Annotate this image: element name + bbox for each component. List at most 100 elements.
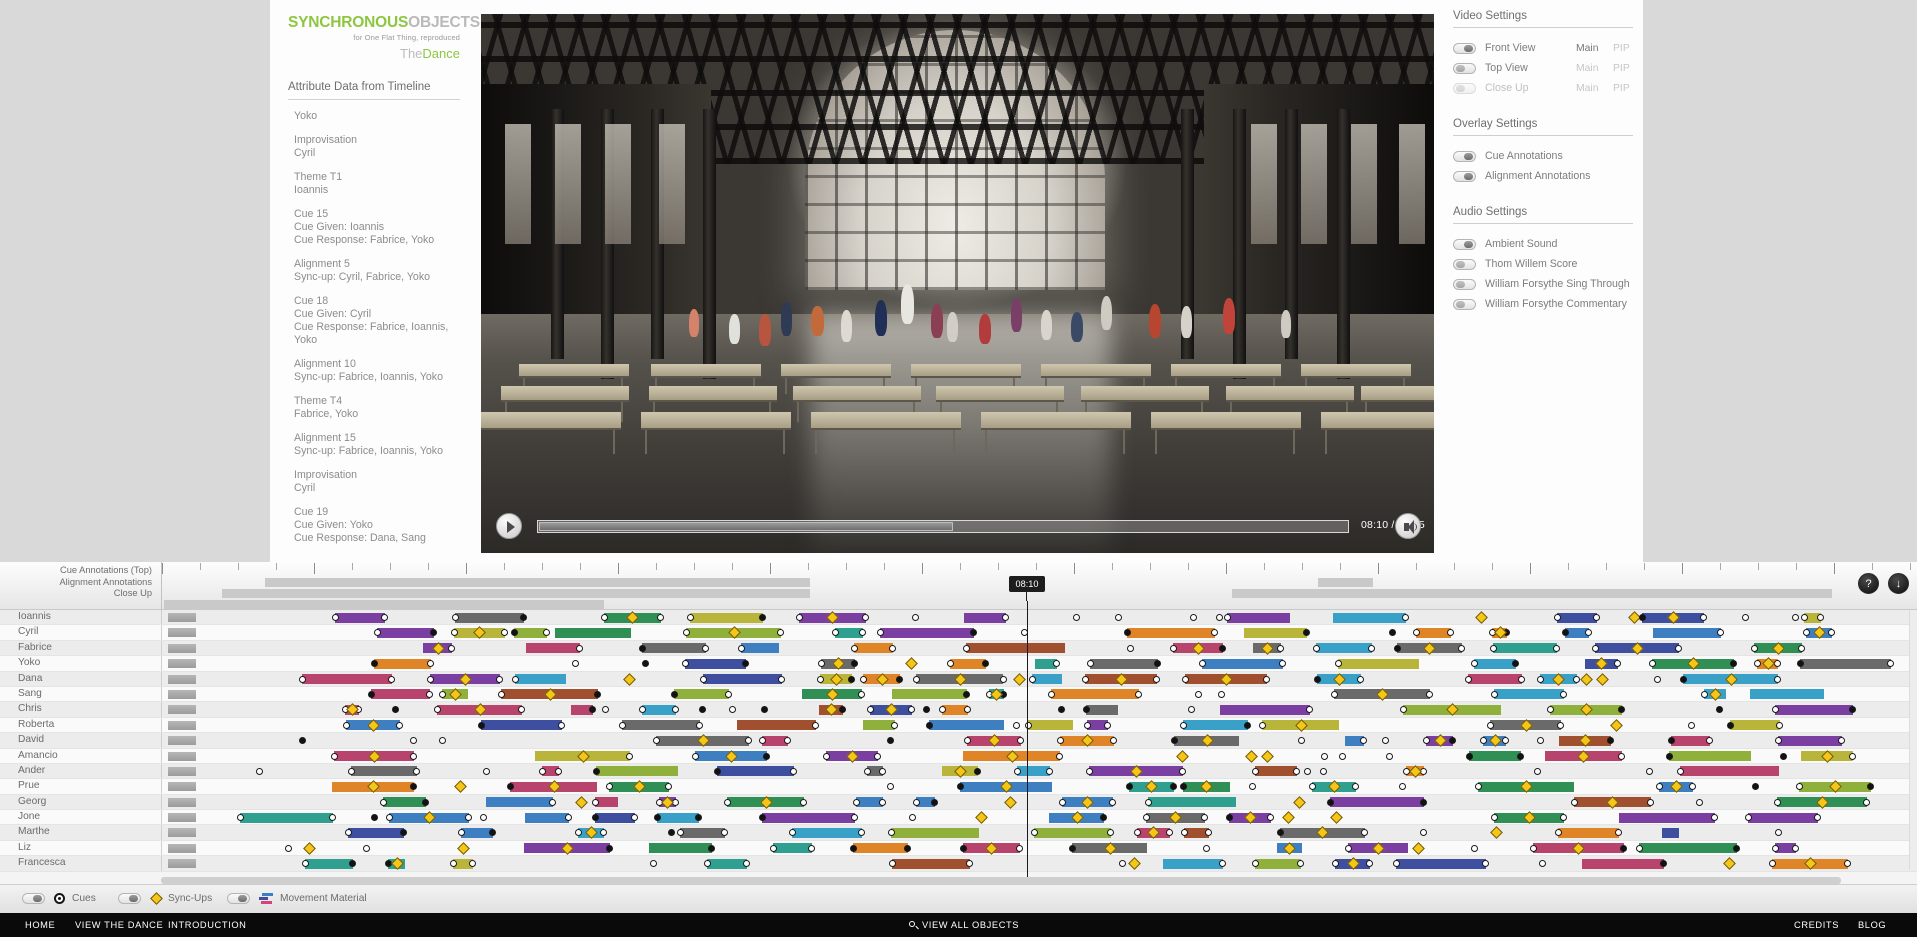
cue-node[interactable]: [1218, 690, 1226, 698]
cue-node[interactable]: [1481, 860, 1489, 868]
video-progress-bar[interactable]: [539, 522, 954, 531]
movement-material-segment[interactable]: [1315, 643, 1372, 654]
cue-node[interactable]: [1780, 752, 1788, 760]
sync-up-marker[interactable]: [1329, 811, 1343, 824]
cue-node[interactable]: [538, 767, 546, 775]
cue-node[interactable]: [861, 614, 869, 621]
cue-node[interactable]: [448, 644, 456, 652]
cue-node[interactable]: [631, 814, 639, 822]
video-scrubber[interactable]: [537, 520, 1349, 533]
cue-node[interactable]: [1848, 706, 1856, 714]
movement-material-segment[interactable]: [1668, 751, 1751, 762]
sync-up-marker[interactable]: [1260, 749, 1274, 763]
movement-material-segment[interactable]: [641, 704, 676, 715]
cue-node[interactable]: [1717, 629, 1725, 637]
movement-material-segment[interactable]: [1556, 612, 1598, 623]
cue-node[interactable]: [1419, 829, 1427, 837]
cue-node[interactable]: [1200, 814, 1208, 822]
timeline-row[interactable]: David: [0, 733, 1917, 749]
cue-node[interactable]: [331, 752, 339, 760]
movement-material-segment[interactable]: [555, 627, 632, 638]
movement-material-segment[interactable]: [514, 674, 566, 685]
cue-node[interactable]: [851, 660, 859, 668]
help-icon[interactable]: ?: [1858, 573, 1879, 594]
settings-toggle[interactable]: [1453, 170, 1476, 182]
cue-node[interactable]: [670, 690, 678, 698]
cue-node[interactable]: [808, 844, 816, 852]
cue-node[interactable]: [1774, 798, 1782, 806]
cue-node[interactable]: [1029, 675, 1037, 683]
cue-node[interactable]: [1730, 660, 1738, 668]
cue-node[interactable]: [1393, 644, 1401, 652]
movement-material-segment[interactable]: [460, 827, 493, 838]
movement-material-segment[interactable]: [1474, 658, 1516, 669]
movement-material-segment[interactable]: [1774, 704, 1853, 715]
timeline-row[interactable]: Georg: [0, 794, 1917, 811]
cue-node[interactable]: [963, 644, 971, 652]
cue-node[interactable]: [1796, 660, 1804, 668]
cue-node[interactable]: [1774, 737, 1782, 745]
cue-node[interactable]: [700, 675, 708, 683]
movement-material-segment[interactable]: [1086, 704, 1119, 715]
movement-material-segment[interactable]: [1416, 627, 1452, 638]
cue-node[interactable]: [1490, 814, 1498, 822]
timeline-row[interactable]: Prue: [0, 779, 1917, 795]
movement-material-segment[interactable]: [761, 812, 855, 823]
cue-node[interactable]: [959, 844, 967, 852]
cue-node[interactable]: [1635, 844, 1643, 852]
cue-node[interactable]: [342, 721, 350, 729]
movement-material-segment[interactable]: [1468, 751, 1522, 762]
cue-node[interactable]: [1115, 614, 1123, 621]
movement-material-segment[interactable]: [679, 827, 725, 838]
cue-node[interactable]: [724, 798, 732, 806]
syncups-toggle[interactable]: [118, 893, 141, 904]
movement-material-segment[interactable]: [382, 797, 427, 808]
cue-node[interactable]: [1169, 783, 1177, 791]
cue-node[interactable]: [970, 629, 978, 637]
cue-node[interactable]: [1205, 829, 1213, 837]
cue-node[interactable]: [1303, 629, 1311, 637]
cue-node[interactable]: [1742, 614, 1750, 621]
cue-node[interactable]: [477, 721, 485, 729]
cue-node[interactable]: [543, 629, 551, 637]
cue-node[interactable]: [429, 629, 437, 637]
cue-node[interactable]: [1534, 767, 1542, 775]
sync-up-marker[interactable]: [1595, 672, 1609, 686]
cue-node[interactable]: [962, 690, 970, 698]
cue-node[interactable]: [1552, 644, 1560, 652]
movement-material-segment[interactable]: [480, 720, 562, 731]
cue-node[interactable]: [720, 829, 728, 837]
cue-node[interactable]: [886, 737, 894, 745]
sync-up-marker[interactable]: [1293, 795, 1306, 809]
cue-node[interactable]: [1797, 644, 1805, 652]
cue-node[interactable]: [1320, 752, 1328, 760]
cue-node[interactable]: [564, 814, 572, 822]
sync-up-marker[interactable]: [575, 795, 588, 809]
cue-node[interactable]: [1843, 860, 1851, 868]
settings-toggle[interactable]: [1453, 150, 1476, 162]
footer-link-view-all-objects[interactable]: VIEW ALL OBJECTS: [922, 920, 1019, 930]
cue-node[interactable]: [1553, 614, 1561, 621]
cue-node[interactable]: [888, 860, 896, 868]
cue-node[interactable]: [1319, 767, 1327, 775]
cue-node[interactable]: [1774, 660, 1782, 668]
cue-node[interactable]: [1153, 675, 1161, 683]
settings-toggle[interactable]: [1453, 62, 1476, 74]
cue-node[interactable]: [1827, 629, 1835, 637]
cue-node[interactable]: [656, 614, 664, 621]
cue-node[interactable]: [554, 767, 562, 775]
cue-node[interactable]: [1267, 814, 1275, 822]
cue-node[interactable]: [299, 675, 307, 683]
cue-node[interactable]: [907, 706, 915, 714]
cue-node[interactable]: [1776, 721, 1784, 729]
cue-node[interactable]: [1123, 629, 1131, 637]
settings-row[interactable]: William Forsythe Sing Through: [1453, 274, 1633, 294]
cue-node[interactable]: [501, 629, 509, 637]
cue-node[interactable]: [1182, 675, 1190, 683]
cue-node[interactable]: [1614, 660, 1622, 668]
movement-material-segment[interactable]: [964, 612, 1007, 623]
cue-node[interactable]: [1646, 798, 1654, 806]
cue-node[interactable]: [591, 798, 599, 806]
cue-node[interactable]: [464, 814, 472, 822]
cue-node[interactable]: [601, 706, 609, 714]
